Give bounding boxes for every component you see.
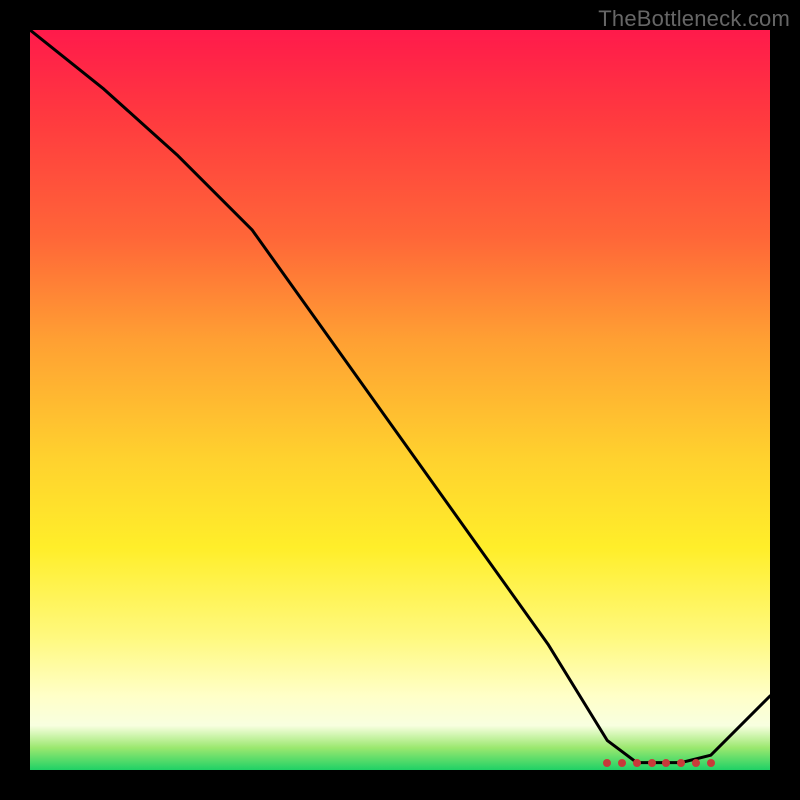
optimal-dot [603, 759, 611, 767]
bottleneck-curve [30, 30, 770, 770]
optimal-dot [677, 759, 685, 767]
optimal-dot [633, 759, 641, 767]
watermark-text: TheBottleneck.com [598, 6, 790, 32]
optimal-dot [618, 759, 626, 767]
optimal-dot [662, 759, 670, 767]
optimal-dot [648, 759, 656, 767]
curve-path [30, 30, 770, 763]
plot-area [30, 30, 770, 770]
optimal-dot [707, 759, 715, 767]
optimal-dot [692, 759, 700, 767]
chart-frame: TheBottleneck.com [0, 0, 800, 800]
optimal-range-dots [30, 757, 770, 767]
